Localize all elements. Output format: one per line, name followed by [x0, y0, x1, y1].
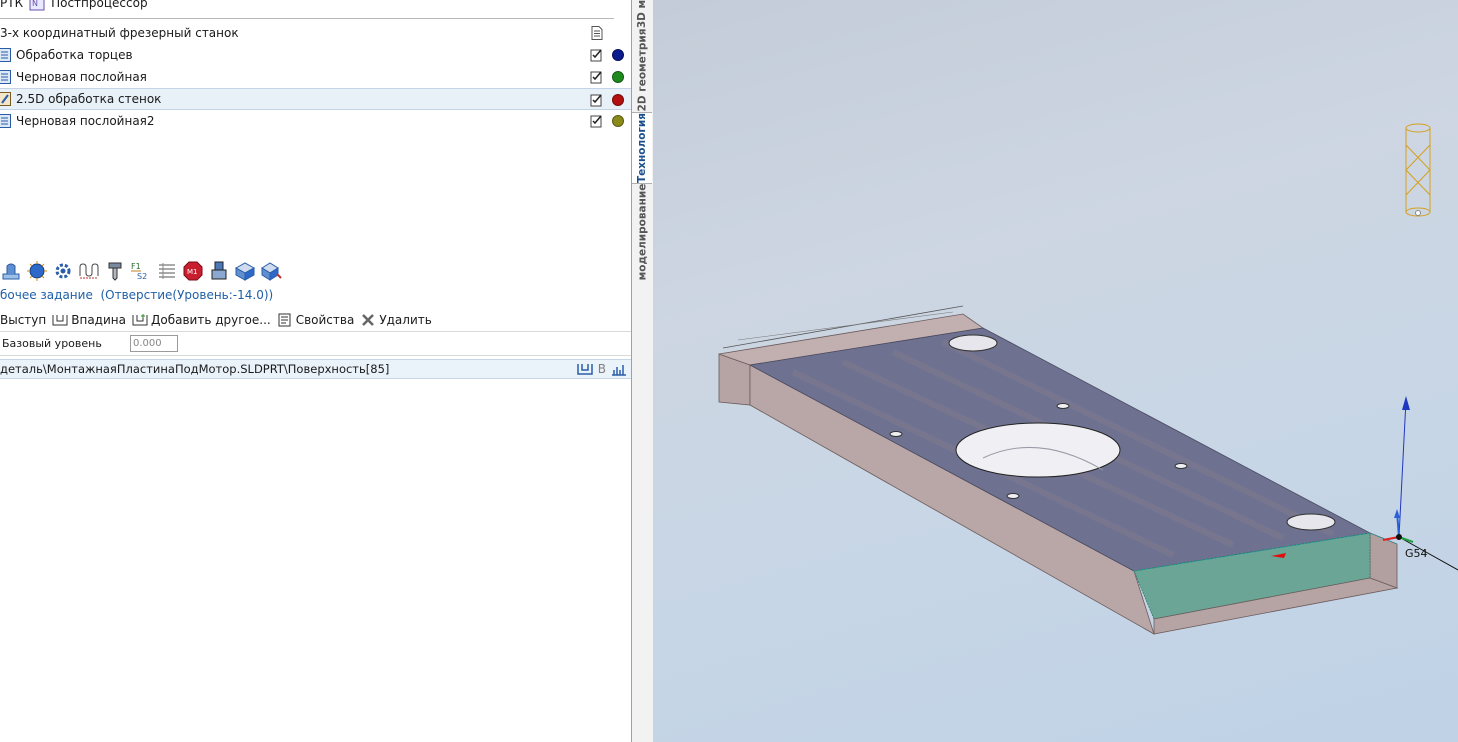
- technology-panel: РТК N Постпроцессор 3-х координатный фре…: [0, 0, 631, 742]
- operation-label: Обработка торцев: [16, 48, 133, 62]
- hole-small: [948, 334, 998, 352]
- add-other-label: Добавить другое...: [150, 313, 271, 327]
- work-task-detail: (Отверстие(Уровень:-14.0)): [100, 288, 274, 302]
- tab-technology-label: Технология: [636, 112, 649, 184]
- header-bar: РТК N Постпроцессор: [0, 0, 148, 13]
- status-dot[interactable]: [612, 94, 624, 106]
- properties-icon: [278, 313, 291, 327]
- pocket-label: Впадина: [71, 313, 126, 327]
- delete-icon: [362, 314, 375, 326]
- operation-row-selected[interactable]: 2.5D обработка стенок: [0, 88, 631, 110]
- tab-2d-label: 2D геометрия: [636, 28, 648, 112]
- stock-process-icon[interactable]: [260, 260, 282, 282]
- machine-label: 3-х координатный фрезерный станок: [0, 26, 239, 40]
- sphere-icon[interactable]: [26, 260, 48, 282]
- header-divider: [0, 18, 614, 19]
- stock-icon[interactable]: [234, 260, 256, 282]
- f1-s2-icon[interactable]: F1 S2: [130, 260, 152, 282]
- status-dot[interactable]: [612, 71, 624, 83]
- status-dot[interactable]: [612, 49, 624, 61]
- checklist-icon[interactable]: [590, 114, 604, 128]
- pocket-feature-icon: [52, 315, 68, 326]
- cs-label: G54: [1405, 547, 1428, 560]
- operation-toolbar: F1 S2 M1: [0, 259, 282, 283]
- checklist-icon[interactable]: [590, 70, 604, 84]
- work-task-label: бочее задание: [0, 288, 93, 302]
- checklist-icon[interactable]: [590, 93, 604, 107]
- postprocessor-label[interactable]: Постпроцессор: [51, 0, 147, 10]
- add-feature-icon: [132, 314, 148, 326]
- operation-row[interactable]: Черновая послойная2: [0, 110, 631, 132]
- operation-row[interactable]: Черновая послойная: [0, 66, 631, 88]
- operation-icon: [0, 48, 11, 62]
- list-icon[interactable]: [156, 260, 178, 282]
- model-canvas[interactable]: G54: [653, 0, 1458, 742]
- properties-label: Свойства: [295, 313, 355, 327]
- tab-3d-model[interactable]: 3D м: [632, 0, 652, 28]
- rtk-label[interactable]: РТК: [0, 0, 23, 10]
- operation-icon: [0, 70, 11, 84]
- postprocessor-icon[interactable]: N: [29, 0, 45, 11]
- hole-large: [955, 422, 1121, 478]
- operation-label: 2.5D обработка стенок: [16, 92, 162, 106]
- base-level-label: Базовый уровень: [2, 336, 102, 350]
- add-other-button[interactable]: Добавить другое...: [132, 313, 271, 327]
- gear-icon[interactable]: [52, 260, 74, 282]
- params-divider: [0, 355, 631, 356]
- boss-button[interactable]: Выступ: [0, 313, 46, 327]
- boss-label: Выступ: [0, 313, 47, 327]
- tab-3d-label: 3D м: [636, 0, 649, 29]
- status-dot[interactable]: [612, 115, 624, 127]
- properties-button[interactable]: Свойства: [277, 313, 355, 327]
- base-level-input[interactable]: [130, 334, 178, 352]
- operation-icon: [0, 92, 11, 106]
- svg-text:F1: F1: [131, 262, 141, 271]
- document-icon[interactable]: [591, 26, 603, 40]
- surface-edit-icon[interactable]: [611, 362, 627, 376]
- svg-text:S2: S2: [137, 272, 147, 281]
- operation-label: Черновая послойная2: [16, 114, 155, 128]
- feature-actions: Выступ Впадина Добавить другое... Свойст…: [0, 311, 438, 329]
- tab-2d-geometry[interactable]: 2D геометрия: [632, 28, 652, 112]
- vertical-tab-strip: 3D м 2D геометрия Технология моделирован…: [631, 0, 654, 742]
- machine-row[interactable]: 3-х координатный фрезерный станок: [0, 22, 631, 44]
- tool-holder-icon[interactable]: [104, 260, 126, 282]
- toolpath-icon[interactable]: [78, 260, 100, 282]
- coolant-icon[interactable]: [208, 260, 230, 282]
- geometry-path-row[interactable]: деталь\МонтажнаяПластинаПодМотор.SLDPRT\…: [0, 359, 631, 379]
- tab-modeling[interactable]: моделирование: [632, 183, 652, 281]
- m1-stop-icon[interactable]: M1: [182, 260, 204, 282]
- surface-pocket-icon[interactable]: [577, 362, 593, 376]
- delete-label: Удалить: [379, 313, 432, 327]
- pocket-icon[interactable]: [0, 260, 22, 282]
- svg-text:M1: M1: [187, 268, 198, 276]
- operation-label: Черновая послойная: [16, 70, 147, 84]
- tab-technology[interactable]: Технология: [632, 112, 652, 184]
- b-toggle[interactable]: B: [598, 362, 606, 376]
- tab-modeling-label: моделирование: [636, 183, 649, 281]
- pocket-button[interactable]: Впадина: [52, 313, 126, 327]
- operation-icon: [0, 114, 11, 128]
- params-divider: [0, 331, 631, 332]
- operation-row[interactable]: Обработка торцев: [0, 44, 631, 66]
- svg-text:N: N: [32, 0, 38, 8]
- base-level-row: Базовый уровень: [0, 333, 631, 353]
- cutting-tool: [1405, 123, 1431, 217]
- hole-right: [1286, 513, 1336, 531]
- work-task-title: бочее задание (Отверстие(Уровень:-14.0)): [0, 288, 273, 304]
- operation-tree: 3-х координатный фрезерный станок Обрабо…: [0, 22, 631, 132]
- checklist-icon[interactable]: [590, 48, 604, 62]
- delete-button[interactable]: Удалить: [360, 313, 432, 327]
- 3d-viewport[interactable]: G54: [653, 0, 1458, 742]
- geometry-path: деталь\МонтажнаяПластинаПодМотор.SLDPRT\…: [0, 362, 390, 376]
